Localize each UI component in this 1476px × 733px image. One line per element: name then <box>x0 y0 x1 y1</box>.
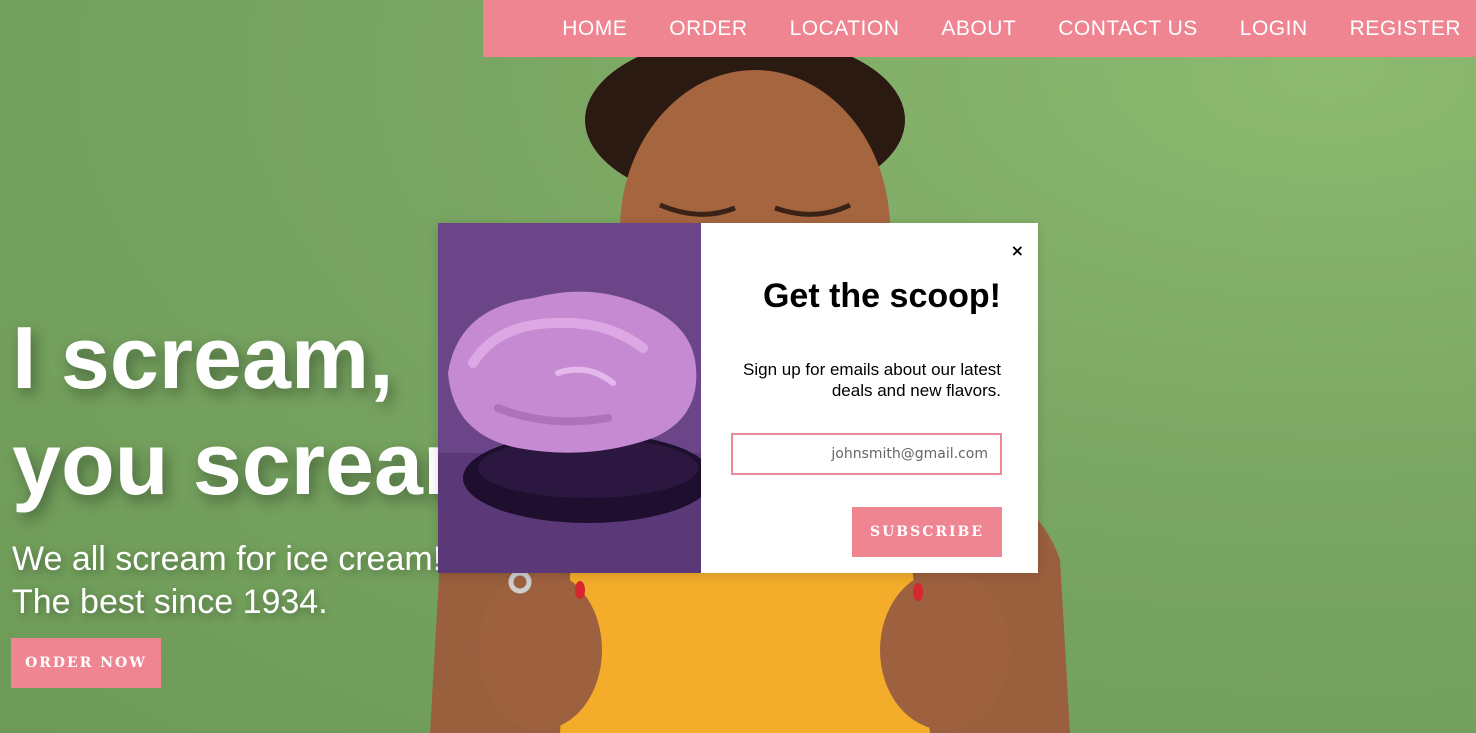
nav-order[interactable]: ORDER <box>669 17 747 41</box>
nav-about[interactable]: ABOUT <box>941 17 1016 41</box>
hero-subtitle-line-2: The best since 1934. <box>12 583 328 621</box>
nav-home[interactable]: HOME <box>562 17 627 41</box>
ice-cream-scoop-image <box>438 223 701 573</box>
newsletter-popup: × Get the scoop! Sign up for emails abou… <box>438 223 1038 573</box>
popup-description: Sign up for emails about our latest deal… <box>743 360 1001 400</box>
popup-content: × Get the scoop! Sign up for emails abou… <box>701 223 1038 573</box>
nav-contact-us[interactable]: CONTACT US <box>1058 17 1198 41</box>
nav-register[interactable]: REGISTER <box>1350 17 1461 41</box>
hero-subtitle-line-1: We all scream for ice cream! <box>12 540 443 578</box>
popup-title: Get the scoop! <box>762 277 1001 315</box>
order-now-button[interactable]: ORDER NOW <box>11 638 161 688</box>
hero-title-line-1: I scream, <box>12 308 394 407</box>
subscribe-button[interactable]: SUBSCRIBE <box>852 507 1002 557</box>
close-icon[interactable]: × <box>1011 241 1024 260</box>
nav-login[interactable]: LOGIN <box>1240 17 1308 41</box>
top-navigation: HOME ORDER LOCATION ABOUT CONTACT US LOG… <box>483 0 1476 57</box>
email-input[interactable] <box>731 433 1002 475</box>
nav-location[interactable]: LOCATION <box>790 17 900 41</box>
hero-subtitle: We all scream for ice cream! The best si… <box>12 538 442 624</box>
